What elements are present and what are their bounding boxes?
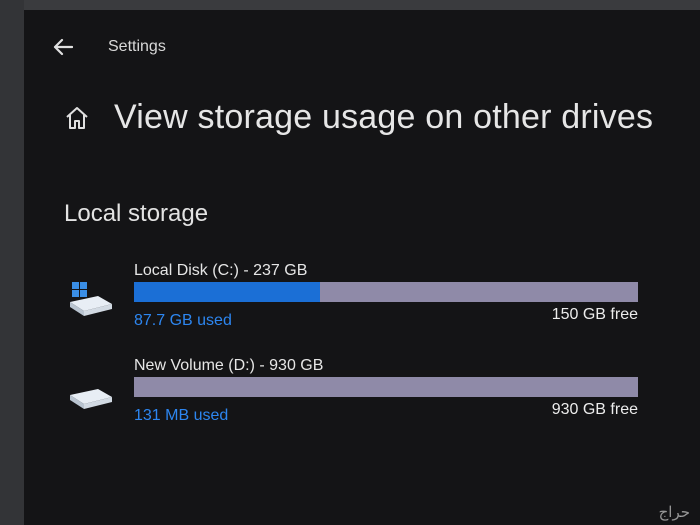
used-label: 87.7 GB used — [134, 312, 232, 329]
usage-bar-fill — [134, 282, 321, 302]
drive-item-d[interactable]: New Volume (D:) - 930 GB 131 MB used 930… — [68, 355, 668, 435]
windows-drive-icon — [70, 282, 112, 316]
settings-window: Settings View storage usage on other dri… — [24, 10, 700, 525]
back-button[interactable] — [48, 32, 78, 62]
monitor-bezel-top — [0, 0, 700, 10]
title-bar: Settings — [24, 32, 424, 62]
app-title: Settings — [108, 38, 166, 55]
monitor-bezel-left — [0, 0, 24, 525]
usage-bar — [134, 282, 638, 302]
home-button[interactable] — [60, 101, 94, 135]
usage-bar — [134, 377, 638, 397]
free-label: 150 GB free — [551, 306, 638, 323]
drive-item-c[interactable]: Local Disk (C:) - 237 GB 87.7 GB used 15… — [68, 260, 668, 340]
page-title: View storage usage on other drives — [114, 98, 654, 136]
section-title: Local storage — [64, 200, 209, 227]
drive-icon — [70, 389, 112, 409]
drive-name: New Volume (D:) - 930 GB — [134, 357, 324, 374]
free-label: 930 GB free — [551, 401, 638, 418]
page-header: View storage usage on other drives — [60, 98, 653, 137]
watermark-logo: حراج — [658, 504, 690, 521]
back-arrow-icon — [53, 38, 73, 56]
home-icon — [66, 106, 88, 129]
used-label: 131 MB used — [134, 407, 229, 424]
drive-name: Local Disk (C:) - 237 GB — [134, 262, 308, 279]
